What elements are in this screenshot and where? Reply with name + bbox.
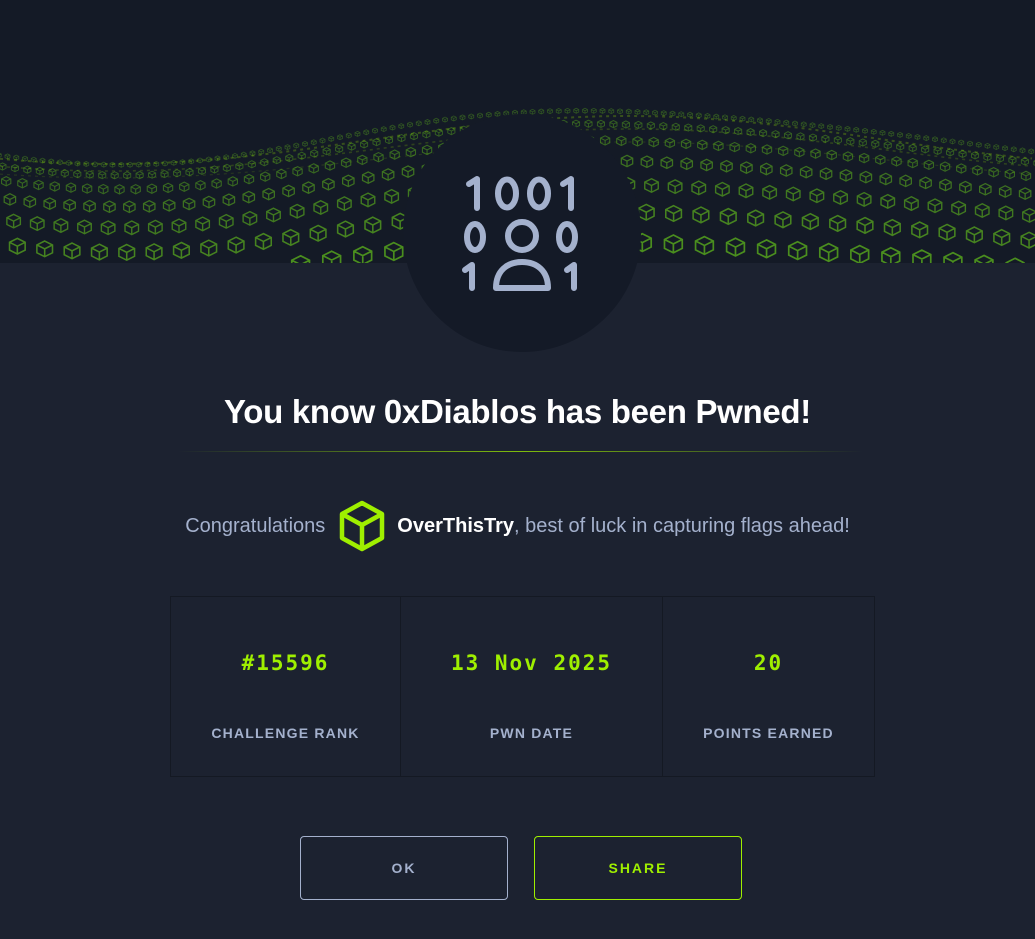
congrats-prefix: Congratulations — [185, 514, 326, 537]
stat-label: POINTS EARNED — [703, 725, 834, 741]
congrats-message: Congratulations OverThisTry, best of luc… — [0, 498, 1035, 554]
page-title: You know 0xDiablos has been Pwned! — [224, 393, 811, 430]
share-button[interactable]: SHARE — [534, 836, 742, 900]
stat-challenge-rank: #15596 CHALLENGE RANK — [171, 597, 401, 776]
cube-icon — [340, 500, 385, 552]
congrats-suffix: , best of luck in capturing flags ahead! — [514, 514, 850, 537]
username: OverThisTry — [397, 514, 515, 537]
stat-points-earned: 20 POINTS EARNED — [663, 597, 874, 776]
ok-button[interactable]: OK — [300, 836, 508, 900]
title-divider — [178, 451, 863, 452]
stat-value: 20 — [753, 651, 784, 675]
stat-label: PWN DATE — [489, 725, 574, 741]
stats-table: #15596 CHALLENGE RANK 13 Nov 2025 PWN DA… — [170, 596, 875, 777]
binary-user-icon — [462, 176, 578, 291]
challenge-badge — [403, 114, 641, 352]
stat-value: #15596 — [241, 651, 330, 675]
pwned-modal: You know 0xDiablos has been Pwned! Congr… — [0, 0, 1035, 939]
stat-pwn-date: 13 Nov 2025 PWN DATE — [401, 597, 663, 776]
stat-label: CHALLENGE RANK — [211, 725, 360, 741]
stat-value: 13 Nov 2025 — [450, 651, 613, 675]
